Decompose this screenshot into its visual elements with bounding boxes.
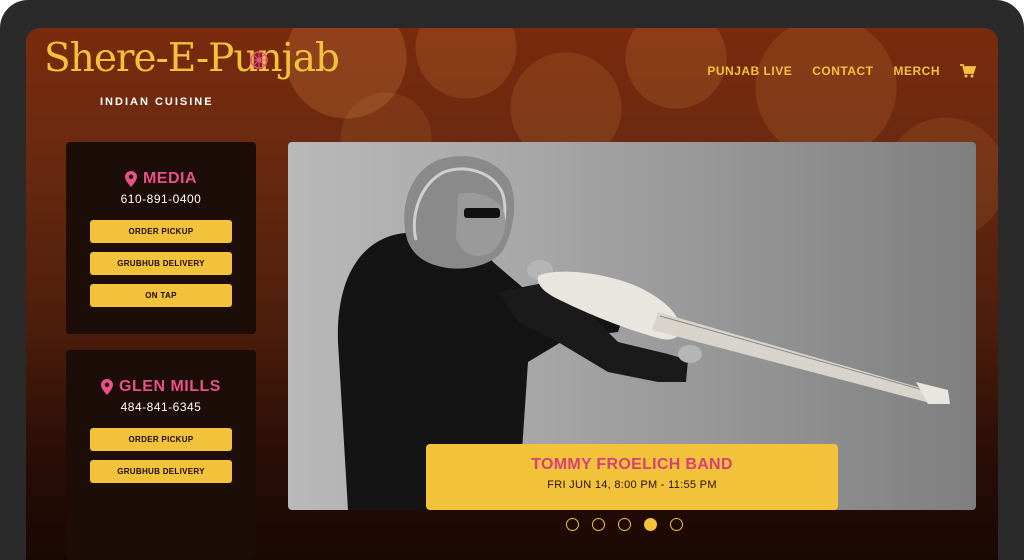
location-heading: GLEN MILLS bbox=[66, 378, 256, 396]
on-tap-button[interactable]: ON TAP bbox=[90, 284, 232, 307]
map-pin-icon bbox=[124, 171, 137, 187]
brand-title: Shere-E-Punjab bbox=[44, 36, 340, 81]
flower-icon bbox=[250, 51, 268, 69]
carousel-dot-5[interactable] bbox=[670, 518, 683, 531]
location-card-glen-mills: GLEN MILLS 484-841-6345 ORDER PICKUP GRU… bbox=[66, 350, 256, 560]
brand-logo[interactable]: Shere-E-Punjab INDIAN CUISINE bbox=[44, 36, 340, 108]
carousel-dot-3[interactable] bbox=[618, 518, 631, 531]
carousel-dots bbox=[566, 518, 683, 531]
hero-slider[interactable]: TOMMY FROELICH BAND FRI JUN 14, 8:00 PM … bbox=[288, 142, 976, 510]
grubhub-delivery-button[interactable]: GRUBHUB DELIVERY bbox=[90, 460, 232, 483]
carousel-dot-4[interactable] bbox=[644, 518, 657, 531]
shopping-cart-icon[interactable] bbox=[960, 64, 976, 78]
order-pickup-button[interactable]: ORDER PICKUP bbox=[90, 220, 232, 243]
carousel-dot-2[interactable] bbox=[592, 518, 605, 531]
location-card-media: MEDIA 610-891-0400 ORDER PICKUP GRUBHUB … bbox=[66, 142, 256, 334]
order-pickup-button[interactable]: ORDER PICKUP bbox=[90, 428, 232, 451]
event-banner[interactable]: TOMMY FROELICH BAND FRI JUN 14, 8:00 PM … bbox=[426, 444, 838, 510]
event-title: TOMMY FROELICH BAND bbox=[531, 456, 733, 473]
location-name: MEDIA bbox=[142, 170, 198, 187]
location-actions: ORDER PICKUP GRUBHUB DELIVERY bbox=[66, 428, 256, 483]
location-actions: ORDER PICKUP GRUBHUB DELIVERY ON TAP bbox=[66, 220, 256, 307]
website-screen: Shere-E-Punjab INDIAN CUISINE PUNJAB LIV… bbox=[26, 28, 998, 560]
event-date: FRI JUN 14, 8:00 PM - 11:55 PM bbox=[547, 479, 717, 491]
carousel-dot-1[interactable] bbox=[566, 518, 579, 531]
location-phone[interactable]: 610-891-0400 bbox=[66, 192, 256, 206]
device-frame: Shere-E-Punjab INDIAN CUISINE PUNJAB LIV… bbox=[0, 0, 1024, 560]
grubhub-delivery-button[interactable]: GRUBHUB DELIVERY bbox=[90, 252, 232, 275]
location-name: GLEN MILLS bbox=[119, 378, 221, 395]
map-pin-icon bbox=[101, 379, 114, 395]
main-nav: PUNJAB LIVE CONTACT MERCH bbox=[707, 64, 976, 78]
nav-punjab-live[interactable]: PUNJAB LIVE bbox=[707, 64, 792, 78]
nav-merch[interactable]: MERCH bbox=[894, 64, 941, 78]
location-phone[interactable]: 484-841-6345 bbox=[66, 400, 256, 414]
location-heading: MEDIA bbox=[66, 170, 256, 188]
nav-contact[interactable]: CONTACT bbox=[812, 64, 873, 78]
brand-subtitle: INDIAN CUISINE bbox=[100, 96, 214, 108]
